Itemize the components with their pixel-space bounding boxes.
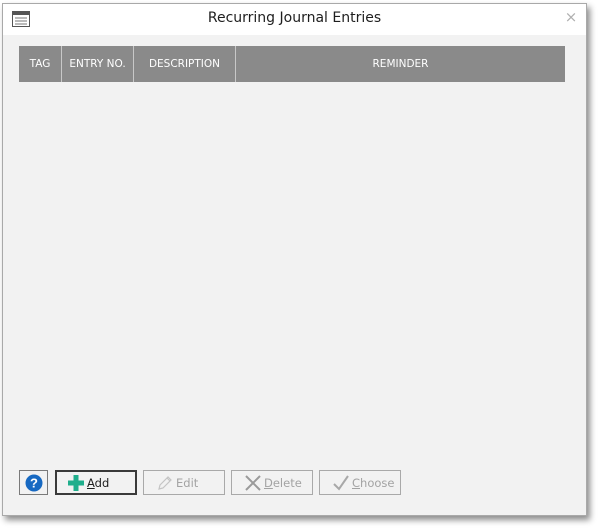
- title-bar: Recurring Journal Entries ×: [3, 4, 586, 35]
- close-icon[interactable]: ×: [562, 8, 580, 26]
- svg-text:?: ?: [30, 475, 38, 490]
- pencil-icon: [158, 475, 172, 490]
- column-header-tag[interactable]: TAG: [19, 46, 62, 82]
- add-button-label: Add: [87, 475, 110, 490]
- edit-button[interactable]: Edit: [143, 470, 225, 495]
- column-header-entry-no[interactable]: ENTRY NO.: [62, 46, 134, 82]
- help-icon: ?: [25, 474, 42, 491]
- window-title: Recurring Journal Entries: [207, 10, 382, 26]
- delete-button-label: Delete: [264, 475, 302, 490]
- help-button[interactable]: ?: [19, 470, 48, 495]
- edit-button-label: Edit: [176, 475, 199, 490]
- plus-icon: [68, 474, 84, 491]
- choose-button[interactable]: Choose: [319, 470, 401, 495]
- checkmark-icon: [333, 474, 349, 491]
- choose-button-label: Choose: [352, 475, 395, 490]
- recurring-journal-entries-dialog: Recurring Journal Entries × TAG ENTRY NO…: [2, 3, 587, 516]
- x-icon: [245, 474, 261, 491]
- delete-button[interactable]: Delete: [231, 470, 313, 495]
- column-header-reminder[interactable]: REMINDER: [236, 46, 565, 82]
- entries-grid-header: TAG ENTRY NO. DESCRIPTION REMINDER: [19, 46, 565, 82]
- add-button[interactable]: Add: [55, 470, 137, 495]
- column-header-description[interactable]: DESCRIPTION: [134, 46, 236, 82]
